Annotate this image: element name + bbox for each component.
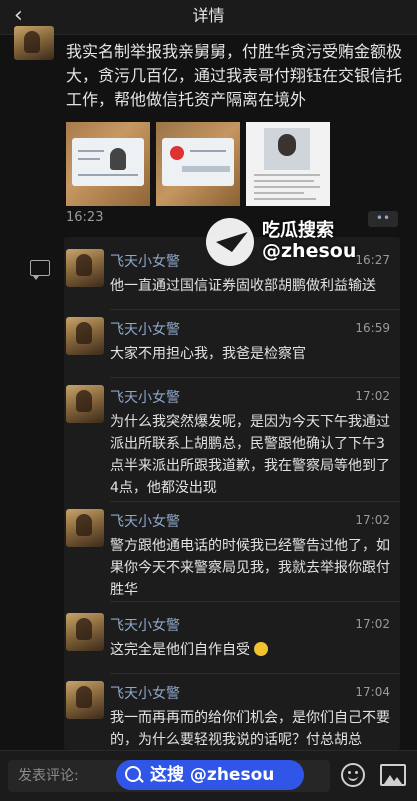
comment-text: 为什么我突然爆发呢，是因为今天下午我通过派出所联系上胡鹏总，民警跟他确认了下午3… bbox=[110, 414, 390, 496]
comment-list: 飞天小女警 16:27 他一直通过国信证券固收部胡鹏做利益输送 飞天小女警 16… bbox=[64, 237, 400, 750]
id-card-back-image bbox=[162, 138, 234, 186]
post-photo-2[interactable] bbox=[156, 122, 240, 206]
post-text: 我实名制举报我亲舅舅，付胜华贪污受贿金额极大，贪污几百亿，通过我表哥付翔钰在交银… bbox=[66, 42, 403, 109]
comment-author[interactable]: 飞天小女警 bbox=[110, 251, 180, 271]
comment-author[interactable]: 飞天小女警 bbox=[110, 387, 180, 407]
id-card-front-image bbox=[72, 138, 144, 186]
comment-text: 大家不用担心我，我爸是检察官 bbox=[110, 346, 306, 362]
comment-author[interactable]: 飞天小女警 bbox=[110, 683, 180, 703]
search-icon bbox=[125, 766, 141, 782]
avatar[interactable] bbox=[66, 249, 104, 287]
comment-time: 17:02 bbox=[355, 617, 390, 631]
person-photo bbox=[264, 128, 310, 170]
post-photo-1[interactable] bbox=[66, 122, 150, 206]
more-button[interactable]: •• bbox=[368, 211, 398, 227]
page-title: 详情 bbox=[192, 6, 225, 25]
comment-text: 他一直通过国信证券固收部胡鹏做利益输送 bbox=[110, 278, 376, 294]
comment-time: 17:02 bbox=[355, 513, 390, 527]
comment-item[interactable]: 飞天小女警 17:02 警方跟他通电话的时候我已经警告过他了，如果你今天不来警察… bbox=[64, 501, 400, 598]
author-avatar[interactable] bbox=[14, 26, 54, 60]
watermark-logo-icon bbox=[206, 218, 254, 266]
avatar[interactable] bbox=[66, 317, 104, 355]
emoji-icon[interactable] bbox=[341, 763, 365, 787]
comment-text: 这完全是他们自作自受 bbox=[110, 639, 395, 661]
comment-item[interactable]: 飞天小女警 17:02 这完全是他们自作自受 bbox=[64, 605, 400, 669]
comment-icon bbox=[30, 260, 50, 280]
comment-time: 17:02 bbox=[355, 389, 390, 403]
watermark-banner: 这搜 @zhesou bbox=[116, 760, 304, 790]
post-photo-3[interactable] bbox=[246, 122, 330, 206]
post-time: 16:23 bbox=[66, 210, 104, 225]
comment-time: 17:04 bbox=[355, 685, 390, 699]
image-icon[interactable] bbox=[380, 764, 406, 786]
comment-item[interactable]: 飞天小女警 17:02 为什么我突然爆发呢，是因为今天下午我通过派出所联系上胡鹏… bbox=[64, 377, 400, 499]
comment-time: 16:59 bbox=[355, 321, 390, 335]
comment-item[interactable]: 飞天小女警 16:59 大家不用担心我，我爸是检察官 bbox=[64, 309, 400, 377]
comment-author[interactable]: 飞天小女警 bbox=[110, 319, 180, 339]
avatar[interactable] bbox=[66, 613, 104, 651]
comment-text: 警方跟他通电话的时候我已经警告过他了，如果你今天不来警察局见我，我就去举报你跟付… bbox=[110, 538, 390, 598]
smirk-emoji-icon bbox=[254, 642, 269, 656]
avatar[interactable] bbox=[66, 385, 104, 423]
avatar[interactable] bbox=[66, 681, 104, 719]
comment-author[interactable]: 飞天小女警 bbox=[110, 511, 180, 531]
comment-author[interactable]: 飞天小女警 bbox=[110, 615, 180, 635]
comment-text: 我一而再再而的给你们机会，是你们自己不要的，为什么要轻视我说的话呢？付总胡总 bbox=[110, 710, 390, 748]
comment-time: 16:27 bbox=[355, 253, 390, 267]
watermark-handle: @zhesou bbox=[262, 240, 357, 262]
top-nav: ‹ 详情 bbox=[0, 0, 417, 35]
watermark-title: 吃瓜搜索 bbox=[262, 220, 334, 241]
comment-item[interactable]: 飞天小女警 17:04 我一而再再而的给你们机会，是你们自己不要的，为什么要轻视… bbox=[64, 673, 400, 750]
avatar[interactable] bbox=[66, 509, 104, 547]
